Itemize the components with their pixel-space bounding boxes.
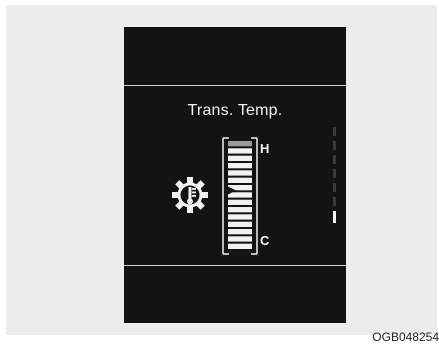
gauge-segment — [228, 141, 252, 147]
gauge-segment — [228, 229, 252, 235]
gauge-segment — [228, 214, 252, 220]
instrument-display: Trans. Temp. H C — [124, 27, 346, 323]
gauge-segment — [228, 221, 252, 227]
side-scale-marks — [333, 127, 336, 223]
gauge-segment — [228, 148, 252, 154]
gauge-segment — [228, 163, 252, 169]
gauge-segment — [228, 192, 252, 198]
gauge-segment — [228, 170, 252, 176]
gauge-segment — [228, 155, 252, 161]
transmission-temperature-icon — [172, 177, 208, 213]
bottom-divider — [124, 265, 346, 266]
gauge-segment — [228, 243, 252, 249]
gauge-segment — [228, 207, 252, 213]
gauge-segment — [228, 236, 252, 242]
temperature-gauge — [222, 137, 258, 255]
figure-code: OGB048254 — [372, 330, 439, 344]
top-divider — [124, 85, 346, 86]
display-title: Trans. Temp. — [187, 102, 283, 119]
gauge-segment — [228, 199, 252, 205]
high-label: H — [260, 141, 270, 156]
gauge-segment — [228, 177, 252, 183]
low-label: C — [260, 233, 270, 248]
